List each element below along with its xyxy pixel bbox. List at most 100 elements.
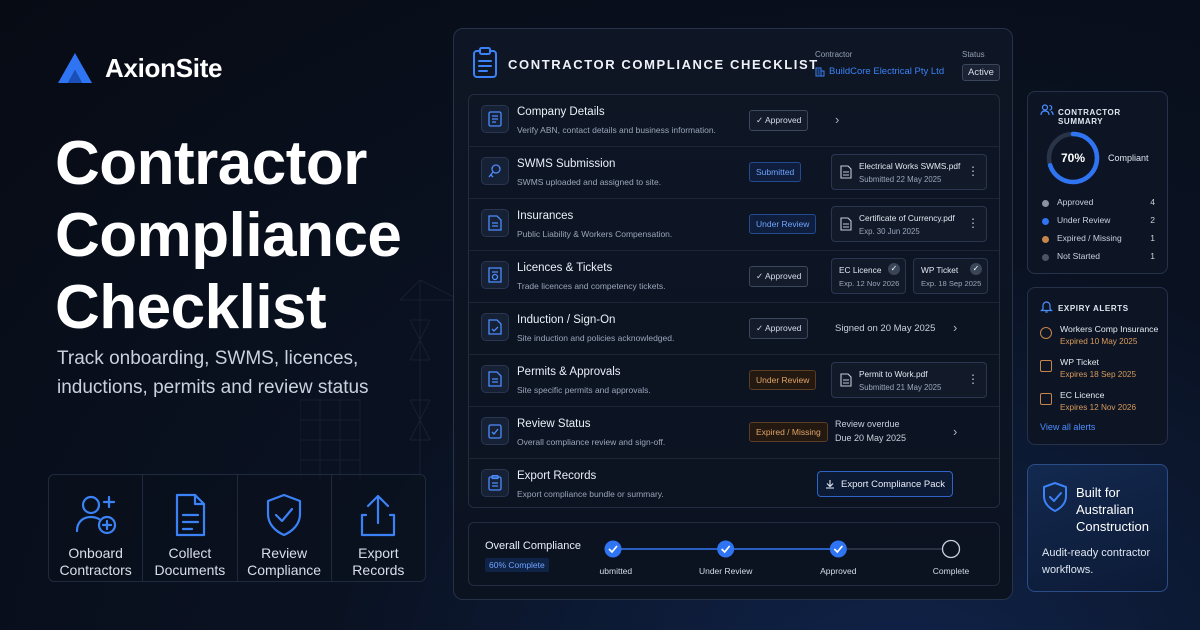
- checklist-row-company-details[interactable]: Company Details Verify ABN, contact deta…: [469, 95, 999, 147]
- progress-step-label: Approved: [820, 566, 857, 576]
- chip-name: EC Licence: [839, 265, 882, 275]
- more-options-icon[interactable]: ⋮: [967, 216, 979, 230]
- alert-name: Workers Comp Insurance: [1060, 324, 1159, 334]
- expiry-alert[interactable]: EC Licence Expires 12 Nov 2026: [1040, 390, 1160, 418]
- licence-chip[interactable]: WP Ticket Exp. 18 Sep 2025 ✓: [913, 258, 988, 294]
- status-badge: Expired / Missing: [749, 422, 828, 442]
- more-options-icon[interactable]: ⋮: [967, 372, 979, 386]
- checklist-row-swms[interactable]: SWMS Submission SWMS uploaded and assign…: [469, 147, 999, 199]
- legend-name: Under Review: [1057, 215, 1111, 225]
- legend-name: Not Started: [1057, 251, 1100, 261]
- file-name: Electrical Works SWMS.pdf: [859, 161, 961, 171]
- row-description: Export compliance bundle or summary.: [517, 489, 664, 499]
- file-icon: [840, 373, 852, 387]
- download-icon: [825, 480, 834, 489]
- progress-percent-badge: 60% Complete: [485, 558, 549, 572]
- chevron-right-icon[interactable]: ›: [953, 320, 957, 335]
- alert-user-icon: [1040, 393, 1052, 405]
- row-title: Export Records: [517, 470, 597, 482]
- panel-title: CONTRACTOR COMPLIANCE CHECKLIST: [508, 57, 819, 72]
- status-badge: ✓ Approved: [749, 318, 809, 339]
- file-card[interactable]: Electrical Works SWMS.pdf Submitted 22 M…: [831, 154, 987, 190]
- export-compliance-pack-button[interactable]: Export Compliance Pack: [817, 471, 953, 497]
- built-for-australia-card: Built for Australian Construction Audit-…: [1027, 464, 1168, 592]
- file-card[interactable]: Certificate of Currency.pdf Exp. 30 Jun …: [831, 206, 987, 242]
- signoff-doc-icon: [481, 313, 509, 341]
- contractor-link[interactable]: BuildCore Electrical Pty Ltd: [815, 66, 944, 77]
- swms-icon: [481, 157, 509, 185]
- clipboard-icon: [473, 47, 497, 78]
- status-badge: ✓ Approved: [749, 266, 809, 287]
- file-date: Submitted 21 May 2025: [859, 383, 942, 392]
- chevron-right-icon[interactable]: ›: [835, 112, 839, 127]
- row-title: Insurances: [517, 210, 574, 222]
- file-date: Submitted 22 May 2025: [859, 175, 942, 184]
- donut-label: Compliant: [1108, 153, 1149, 163]
- expiry-alerts-card: EXPIRY ALERTS Workers Comp Insurance Exp…: [1027, 287, 1168, 445]
- review-overdue-note: Review overdue: [835, 419, 900, 429]
- checklist-row-induction[interactable]: Induction / Sign-On Site induction and p…: [469, 303, 999, 355]
- row-description: Site specific permits and approvals.: [517, 385, 651, 395]
- bell-icon: [1040, 301, 1053, 313]
- row-description: Overall compliance review and sign-off.: [517, 437, 666, 447]
- file-icon: [840, 217, 852, 231]
- row-title: Licences & Tickets: [517, 262, 613, 274]
- alert-user-icon: [1040, 360, 1052, 372]
- status-badge: Active: [962, 64, 1000, 81]
- brand: AxionSite: [57, 52, 223, 84]
- licence-icon: [481, 261, 509, 289]
- overall-compliance-progress: Overall Compliance 60% Complete Submitte…: [468, 522, 1000, 586]
- progress-step-label: Submitted: [599, 566, 632, 576]
- legend-count: 4: [1150, 197, 1155, 207]
- alerts-title: EXPIRY ALERTS: [1058, 304, 1129, 313]
- document-icon: [481, 365, 509, 393]
- user-add-icon: [75, 495, 116, 535]
- file-icon: [840, 165, 852, 179]
- expiry-alert[interactable]: Workers Comp Insurance Expired 10 May 20…: [1040, 324, 1160, 352]
- row-description: SWMS uploaded and assigned to site.: [517, 177, 662, 187]
- row-title: SWMS Submission: [517, 158, 616, 170]
- feature-label: Review Compliance: [247, 545, 322, 578]
- checklist-row-review-status[interactable]: Review Status Overall compliance review …: [469, 407, 999, 459]
- chip-date: Exp. 18 Sep 2025: [921, 279, 982, 288]
- export-button-label: Export Compliance Pack: [840, 478, 946, 490]
- shield-check-icon: [267, 493, 302, 537]
- view-all-alerts-link[interactable]: View all alerts: [1040, 422, 1095, 432]
- compliance-checklist-panel: CONTRACTOR COMPLIANCE CHECKLIST Contract…: [453, 28, 1013, 600]
- contractor-summary-card: CONTRACTOR SUMMARY 70% Compliant Approve…: [1027, 91, 1168, 274]
- checklist-row-licences[interactable]: Licences & Tickets Trade licences and co…: [469, 251, 999, 303]
- legend-row: Approved 4: [1042, 197, 1155, 211]
- checklist-row-insurances[interactable]: Insurances Public Liability & Workers Co…: [469, 199, 999, 251]
- legend-row: Under Review 2: [1042, 215, 1155, 229]
- expiry-alert[interactable]: WP Ticket Expires 18 Sep 2025: [1040, 357, 1160, 385]
- alert-name: WP Ticket: [1060, 357, 1099, 367]
- compliance-donut: 70%: [1046, 131, 1100, 185]
- hero-subtitle: Track onboarding, SWMS, licences, induct…: [57, 348, 369, 398]
- row-title: Permits & Approvals: [517, 366, 621, 378]
- file-date: Exp. 30 Jun 2025: [859, 227, 920, 236]
- hero-title-line-3: Checklist: [55, 273, 327, 342]
- chip-name: WP Ticket: [921, 265, 959, 275]
- file-card[interactable]: Permit to Work.pdf Submitted 21 May 2025…: [831, 362, 987, 398]
- progress-step-dot: [604, 540, 622, 558]
- clipboard-icon: [481, 469, 509, 497]
- status-badge: ✓ Approved: [749, 110, 809, 131]
- summary-title: CONTRACTOR SUMMARY: [1058, 108, 1121, 126]
- check-icon: ✓: [970, 263, 982, 275]
- progress-label: Overall Compliance: [485, 540, 581, 552]
- more-options-icon[interactable]: ⋮: [967, 164, 979, 178]
- legend-row: Expired / Missing 1: [1042, 233, 1155, 247]
- progress-step-dot: [717, 540, 735, 558]
- progress-step-dot: [941, 539, 961, 559]
- contractor-name: BuildCore Electrical Pty Ltd: [829, 66, 945, 77]
- chevron-right-icon[interactable]: ›: [953, 424, 957, 439]
- feature-label: Onboard Contractors: [59, 545, 132, 578]
- feature-label: Collect Documents: [154, 545, 226, 578]
- licence-chip[interactable]: EC Licence Exp. 12 Nov 2026 ✓: [831, 258, 906, 294]
- checklist-row-permits[interactable]: Permits & Approvals Site specific permit…: [469, 355, 999, 407]
- file-name: Certificate of Currency.pdf: [859, 213, 955, 223]
- row-description: Trade licences and competency tickets.: [517, 281, 666, 291]
- hero-title-line-2: Compliance: [55, 201, 402, 270]
- check-icon: ✓: [888, 263, 900, 275]
- row-description: Verify ABN, contact details and business…: [517, 125, 716, 135]
